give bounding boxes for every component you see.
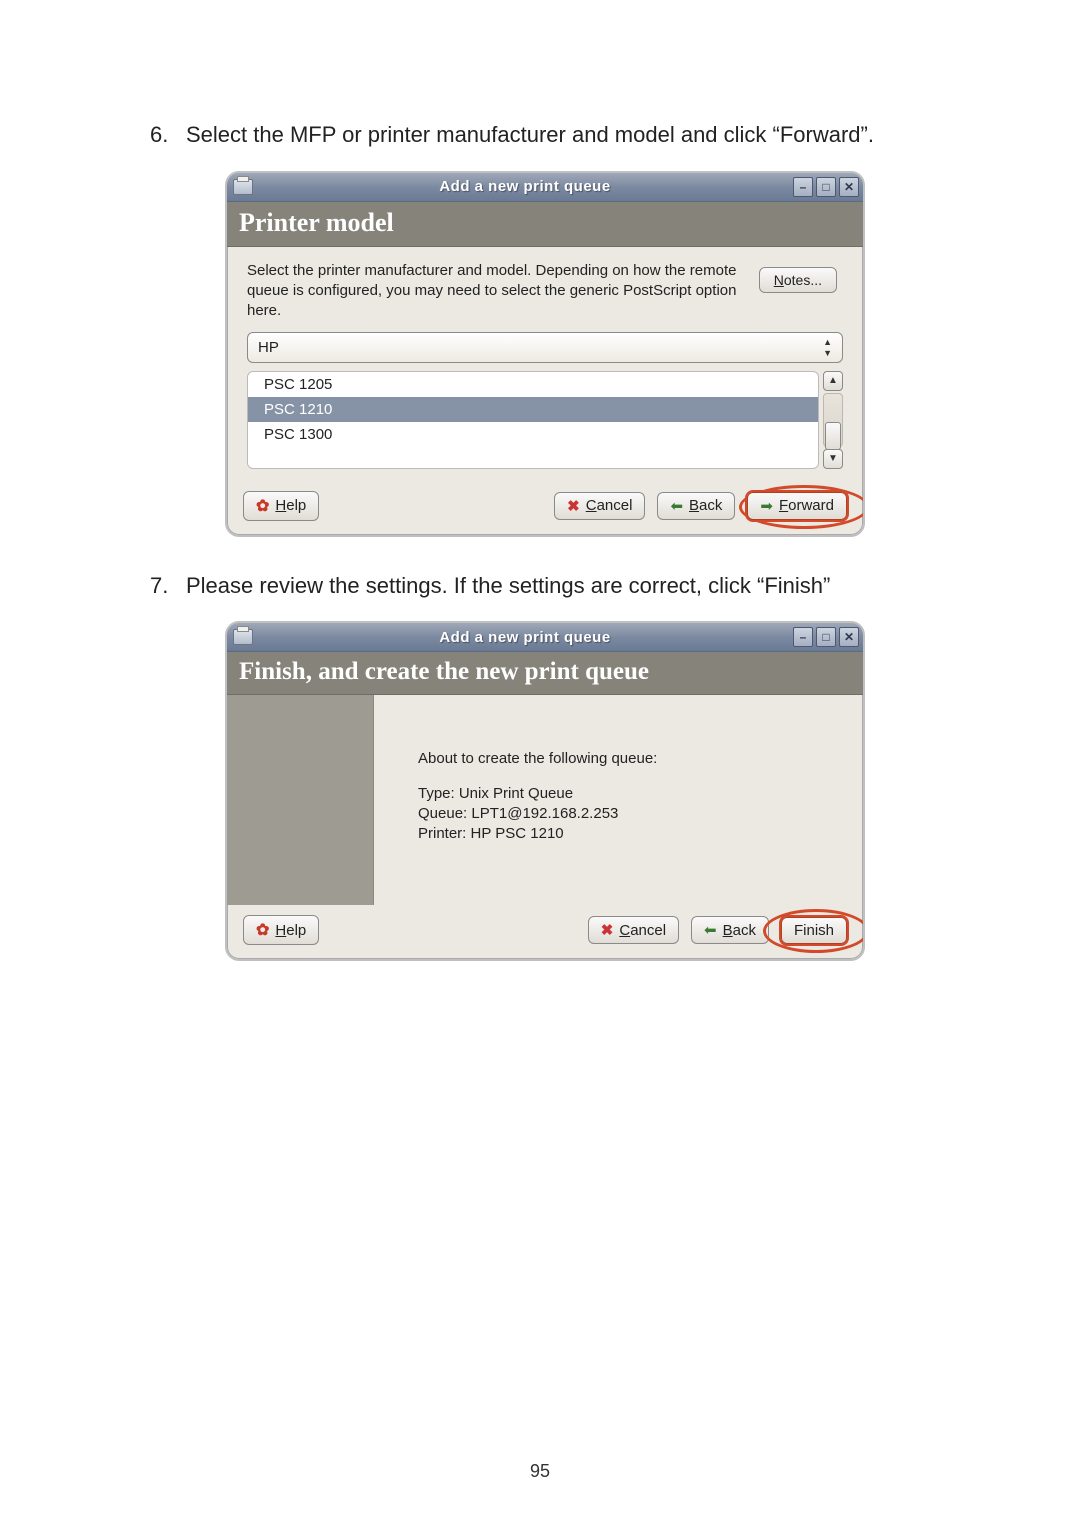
help-button[interactable]: ✿ Help (243, 491, 319, 521)
cancel-button[interactable]: ✖ Cancel (554, 492, 645, 520)
cancel-label-rest: ancel (597, 497, 633, 514)
manufacturer-value: HP (258, 339, 279, 356)
button-row: ✿ Help ✖ Cancel ⬅ Back Finish (227, 905, 863, 959)
model-list-wrap: PSC 1205 PSC 1210 PSC 1300 ▲ ▼ (247, 371, 843, 469)
printer-icon (233, 629, 253, 645)
list-item[interactable]: PSC 1205 (248, 372, 818, 397)
section-heading: Printer model (227, 202, 863, 247)
scroll-down-icon[interactable]: ▼ (823, 449, 843, 469)
spin-icon: ▲▼ (823, 337, 832, 358)
window-buttons: – □ ✕ (793, 177, 859, 197)
close-button[interactable]: ✕ (839, 177, 859, 197)
left-sidebar-pane (227, 695, 374, 905)
help-button[interactable]: ✿ Help (243, 915, 319, 945)
minimize-button[interactable]: – (793, 627, 813, 647)
section-heading: Finish, and create the new print queue (227, 652, 863, 695)
description-row: Select the printer manufacturer and mode… (247, 261, 843, 322)
step-7: 7. Please review the settings. If the se… (140, 571, 950, 602)
list-item[interactable]: PSC 1300 (248, 422, 818, 447)
arrow-right-icon: ➡ (760, 497, 773, 515)
back-label-rest: ack (733, 922, 756, 939)
x-icon: ✖ (601, 921, 614, 939)
help-mnemonic: H (275, 497, 286, 514)
arrow-left-icon: ⬅ (704, 921, 717, 939)
description-text: Select the printer manufacturer and mode… (247, 261, 739, 322)
scroll-track[interactable] (823, 393, 843, 447)
dialog-finish-queue: Add a new print queue – □ ✕ Finish, and … (225, 621, 865, 961)
back-button[interactable]: ⬅ Back (657, 492, 735, 520)
minimize-button[interactable]: – (793, 177, 813, 197)
summary-type: Type: Unix Print Queue (418, 784, 843, 804)
cancel-button[interactable]: ✖ Cancel (588, 916, 679, 944)
maximize-button[interactable]: □ (816, 177, 836, 197)
step-6-line: 6. Select the MFP or printer manufacture… (150, 120, 950, 151)
help-label-rest: elp (286, 497, 306, 514)
model-listbox[interactable]: PSC 1205 PSC 1210 PSC 1300 (247, 371, 819, 469)
printer-icon (233, 179, 253, 195)
x-icon: ✖ (567, 497, 580, 515)
lifebuoy-icon: ✿ (256, 496, 269, 516)
lifebuoy-icon: ✿ (256, 920, 269, 940)
summary-queue: Queue: LPT1@192.168.2.253 (418, 804, 843, 824)
list-item-selected[interactable]: PSC 1210 (248, 397, 818, 422)
finish-button[interactable]: Finish (781, 917, 847, 944)
list-item-label: PSC 1210 (264, 401, 332, 418)
step-6-number: 6. (150, 120, 186, 151)
cancel-mnemonic: C (619, 922, 630, 939)
scroll-up-icon[interactable]: ▲ (823, 371, 843, 391)
step-6: 6. Select the MFP or printer manufacture… (140, 120, 950, 151)
back-label-rest: ack (699, 497, 722, 514)
dialog-printer-model: Add a new print queue – □ ✕ Printer mode… (225, 171, 865, 537)
arrow-left-icon: ⬅ (670, 497, 683, 515)
list-item-label: PSC 1300 (264, 426, 332, 443)
notes-button[interactable]: Notes... (759, 267, 837, 293)
about-text: About to create the following queue: (418, 749, 843, 769)
dialog-body: Select the printer manufacturer and mode… (227, 247, 863, 481)
document-page: 6. Select the MFP or printer manufacture… (0, 0, 1080, 1528)
cancel-mnemonic: C (586, 497, 597, 514)
notes-label-rest: otes... (784, 272, 822, 288)
summary-pane: About to create the following queue: Typ… (382, 695, 863, 905)
list-item-label: PSC 1205 (264, 376, 332, 393)
page-number: 95 (0, 1461, 1080, 1482)
window-title: Add a new print queue (257, 629, 793, 646)
dialog-body: About to create the following queue: Typ… (227, 695, 863, 905)
back-button[interactable]: ⬅ Back (691, 916, 769, 944)
finish-label: Finish (794, 922, 834, 939)
forward-label-rest: orward (788, 497, 834, 514)
forward-mnemonic: F (779, 497, 788, 514)
help-label-rest: elp (286, 922, 306, 939)
forward-button[interactable]: ➡ Forward (747, 492, 847, 520)
window-title: Add a new print queue (257, 178, 793, 195)
scroll-thumb[interactable] (825, 422, 841, 450)
titlebar[interactable]: Add a new print queue – □ ✕ (227, 623, 863, 652)
titlebar[interactable]: Add a new print queue – □ ✕ (227, 173, 863, 202)
back-mnemonic: B (723, 922, 733, 939)
back-mnemonic: B (689, 497, 699, 514)
step-7-text: Please review the settings. If the setti… (186, 571, 950, 602)
help-mnemonic: H (275, 922, 286, 939)
notes-mnemonic: N (774, 272, 784, 288)
scrollbar[interactable]: ▲ ▼ (823, 371, 843, 469)
step-6-text: Select the MFP or printer manufacturer a… (186, 120, 950, 151)
step-7-line: 7. Please review the settings. If the se… (150, 571, 950, 602)
step-7-number: 7. (150, 571, 186, 602)
button-row: ✿ Help ✖ Cancel ⬅ Back ➡ Forward (227, 481, 863, 535)
summary-printer: Printer: HP PSC 1210 (418, 824, 843, 844)
manufacturer-select[interactable]: HP ▲▼ (247, 332, 843, 363)
window-buttons: – □ ✕ (793, 627, 859, 647)
maximize-button[interactable]: □ (816, 627, 836, 647)
close-button[interactable]: ✕ (839, 627, 859, 647)
cancel-label-rest: ancel (630, 922, 666, 939)
